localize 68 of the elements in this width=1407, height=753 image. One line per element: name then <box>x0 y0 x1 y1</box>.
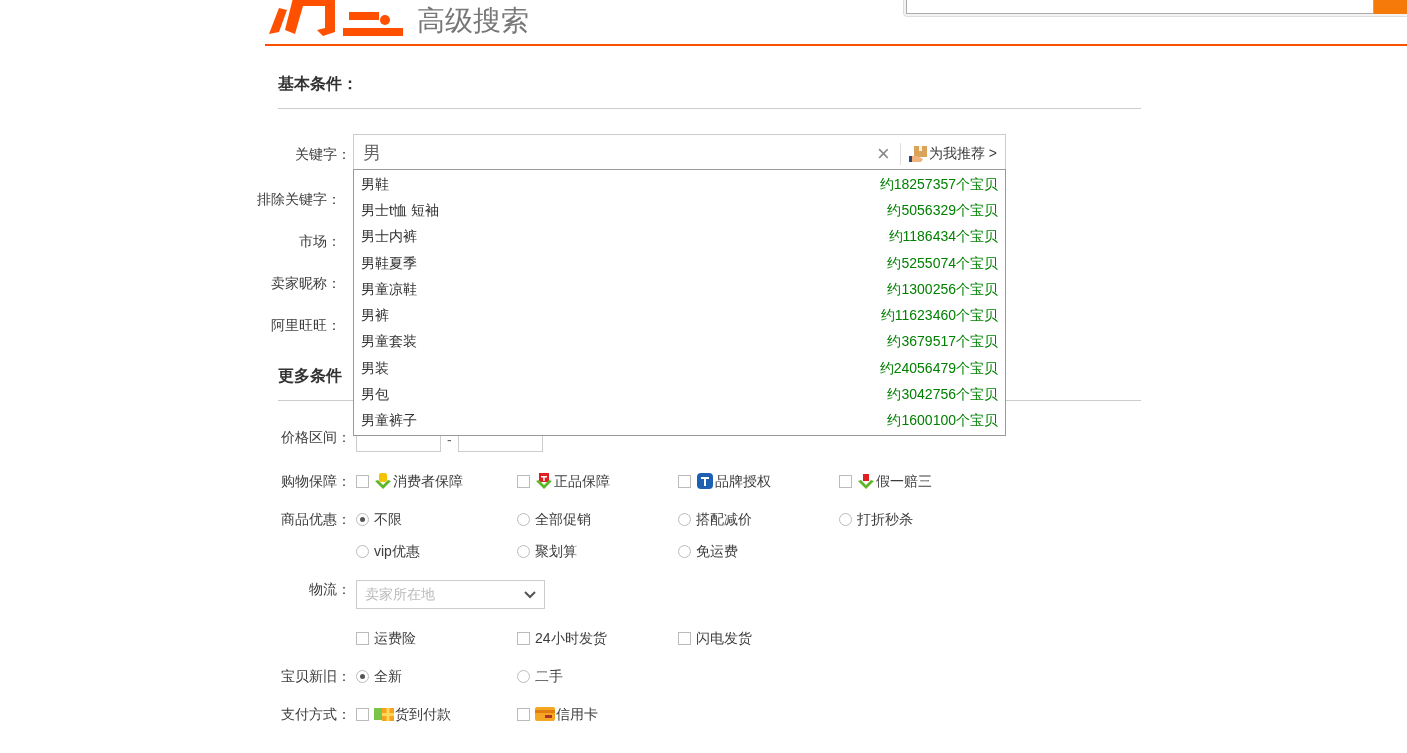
option-label: 全新 <box>374 666 402 686</box>
option-label: 假一赔三 <box>876 471 932 491</box>
option-label: 搭配减价 <box>696 509 752 529</box>
clear-button[interactable]: × <box>877 142 890 165</box>
checkbox[interactable] <box>839 474 852 488</box>
checkbox[interactable] <box>356 631 369 645</box>
radio-button[interactable] <box>839 512 852 526</box>
suggestion-item[interactable]: 男童凉鞋 约1300256个宝贝 <box>354 276 1005 303</box>
radio-button[interactable] <box>356 544 369 558</box>
badge-icon <box>696 472 714 490</box>
field-label: 购物保障： <box>281 473 351 489</box>
radio-button[interactable] <box>517 544 530 558</box>
recommend-link[interactable]: 为我推荐 > <box>928 143 997 164</box>
field-label: 宝贝新旧： <box>281 668 351 684</box>
option-label: vip优惠 <box>374 541 420 561</box>
radio-button[interactable] <box>678 512 691 526</box>
suggestion-item[interactable]: 男鞋 约18257357个宝贝 <box>354 171 1005 198</box>
checkbox[interactable] <box>517 474 530 488</box>
option-label: 货到付款 <box>395 704 451 724</box>
field-label: 卖家昵称： <box>271 273 341 293</box>
checkbox[interactable] <box>517 631 530 645</box>
suggestion-item[interactable]: 男士t恤 短袖 约5056329个宝贝 <box>354 197 1005 224</box>
radio-button[interactable] <box>356 512 369 526</box>
option-label: 运费险 <box>374 628 416 648</box>
field-label: 阿里旺旺： <box>271 315 341 335</box>
option-label: 消费者保障 <box>393 471 463 491</box>
suggestion-item[interactable]: 男士内裤 约1186434个宝贝 <box>354 223 1005 250</box>
checkbox[interactable] <box>356 707 369 721</box>
field-label: 市场： <box>299 231 341 251</box>
field-label: 商品优惠： <box>281 511 351 527</box>
suggestion-item[interactable]: 男装 约24056479个宝贝 <box>354 355 1005 382</box>
option-label: 24小时发货 <box>535 628 607 648</box>
option-label: 二手 <box>535 666 563 686</box>
page-title: 高级搜索 <box>417 4 529 38</box>
badge-icon <box>857 472 875 490</box>
section-title: 更多条件 <box>278 367 342 384</box>
suggestion-item[interactable]: 男鞋夏季 约5255074个宝贝 <box>354 249 1005 277</box>
radio-button[interactable] <box>517 512 530 526</box>
checkbox[interactable] <box>356 474 369 488</box>
section-title: 基本条件： <box>278 75 358 92</box>
suggestion-item[interactable]: 男童套装 约3679517个宝贝 <box>354 328 1005 356</box>
field-label: 价格区间： <box>281 429 351 445</box>
gift-icon <box>374 706 394 722</box>
option-label: 全部促销 <box>535 509 591 529</box>
option-label: 正品保障 <box>554 471 610 491</box>
radio-button[interactable] <box>356 669 369 683</box>
field-label: 关键字： <box>295 145 351 162</box>
suggestion-item[interactable]: 男包 约3042756个宝贝 <box>354 381 1005 408</box>
radio-button[interactable] <box>678 544 691 558</box>
chevron-down-icon <box>524 590 536 599</box>
radio-button[interactable] <box>517 669 530 683</box>
option-label: 闪电发货 <box>696 628 752 648</box>
checkbox[interactable] <box>678 631 691 645</box>
option-label: 聚划算 <box>535 541 577 561</box>
field-label: 支付方式： <box>281 706 351 722</box>
option-label: 打折秒杀 <box>857 509 913 529</box>
checkbox[interactable] <box>678 474 691 488</box>
option-label: 不限 <box>374 509 402 529</box>
field-label: 物流： <box>309 581 351 597</box>
credit-card-icon <box>535 706 555 722</box>
suggestion-item[interactable]: 男裤 约11623460个宝贝 <box>354 302 1005 329</box>
checkbox[interactable] <box>517 707 530 721</box>
package-icon <box>908 144 929 163</box>
badge-icon <box>535 472 553 490</box>
option-label: 免运费 <box>696 541 738 561</box>
option-label: 品牌授权 <box>715 471 771 491</box>
field-label: 排除关键字： <box>257 189 341 209</box>
option-label: 信用卡 <box>556 704 598 724</box>
